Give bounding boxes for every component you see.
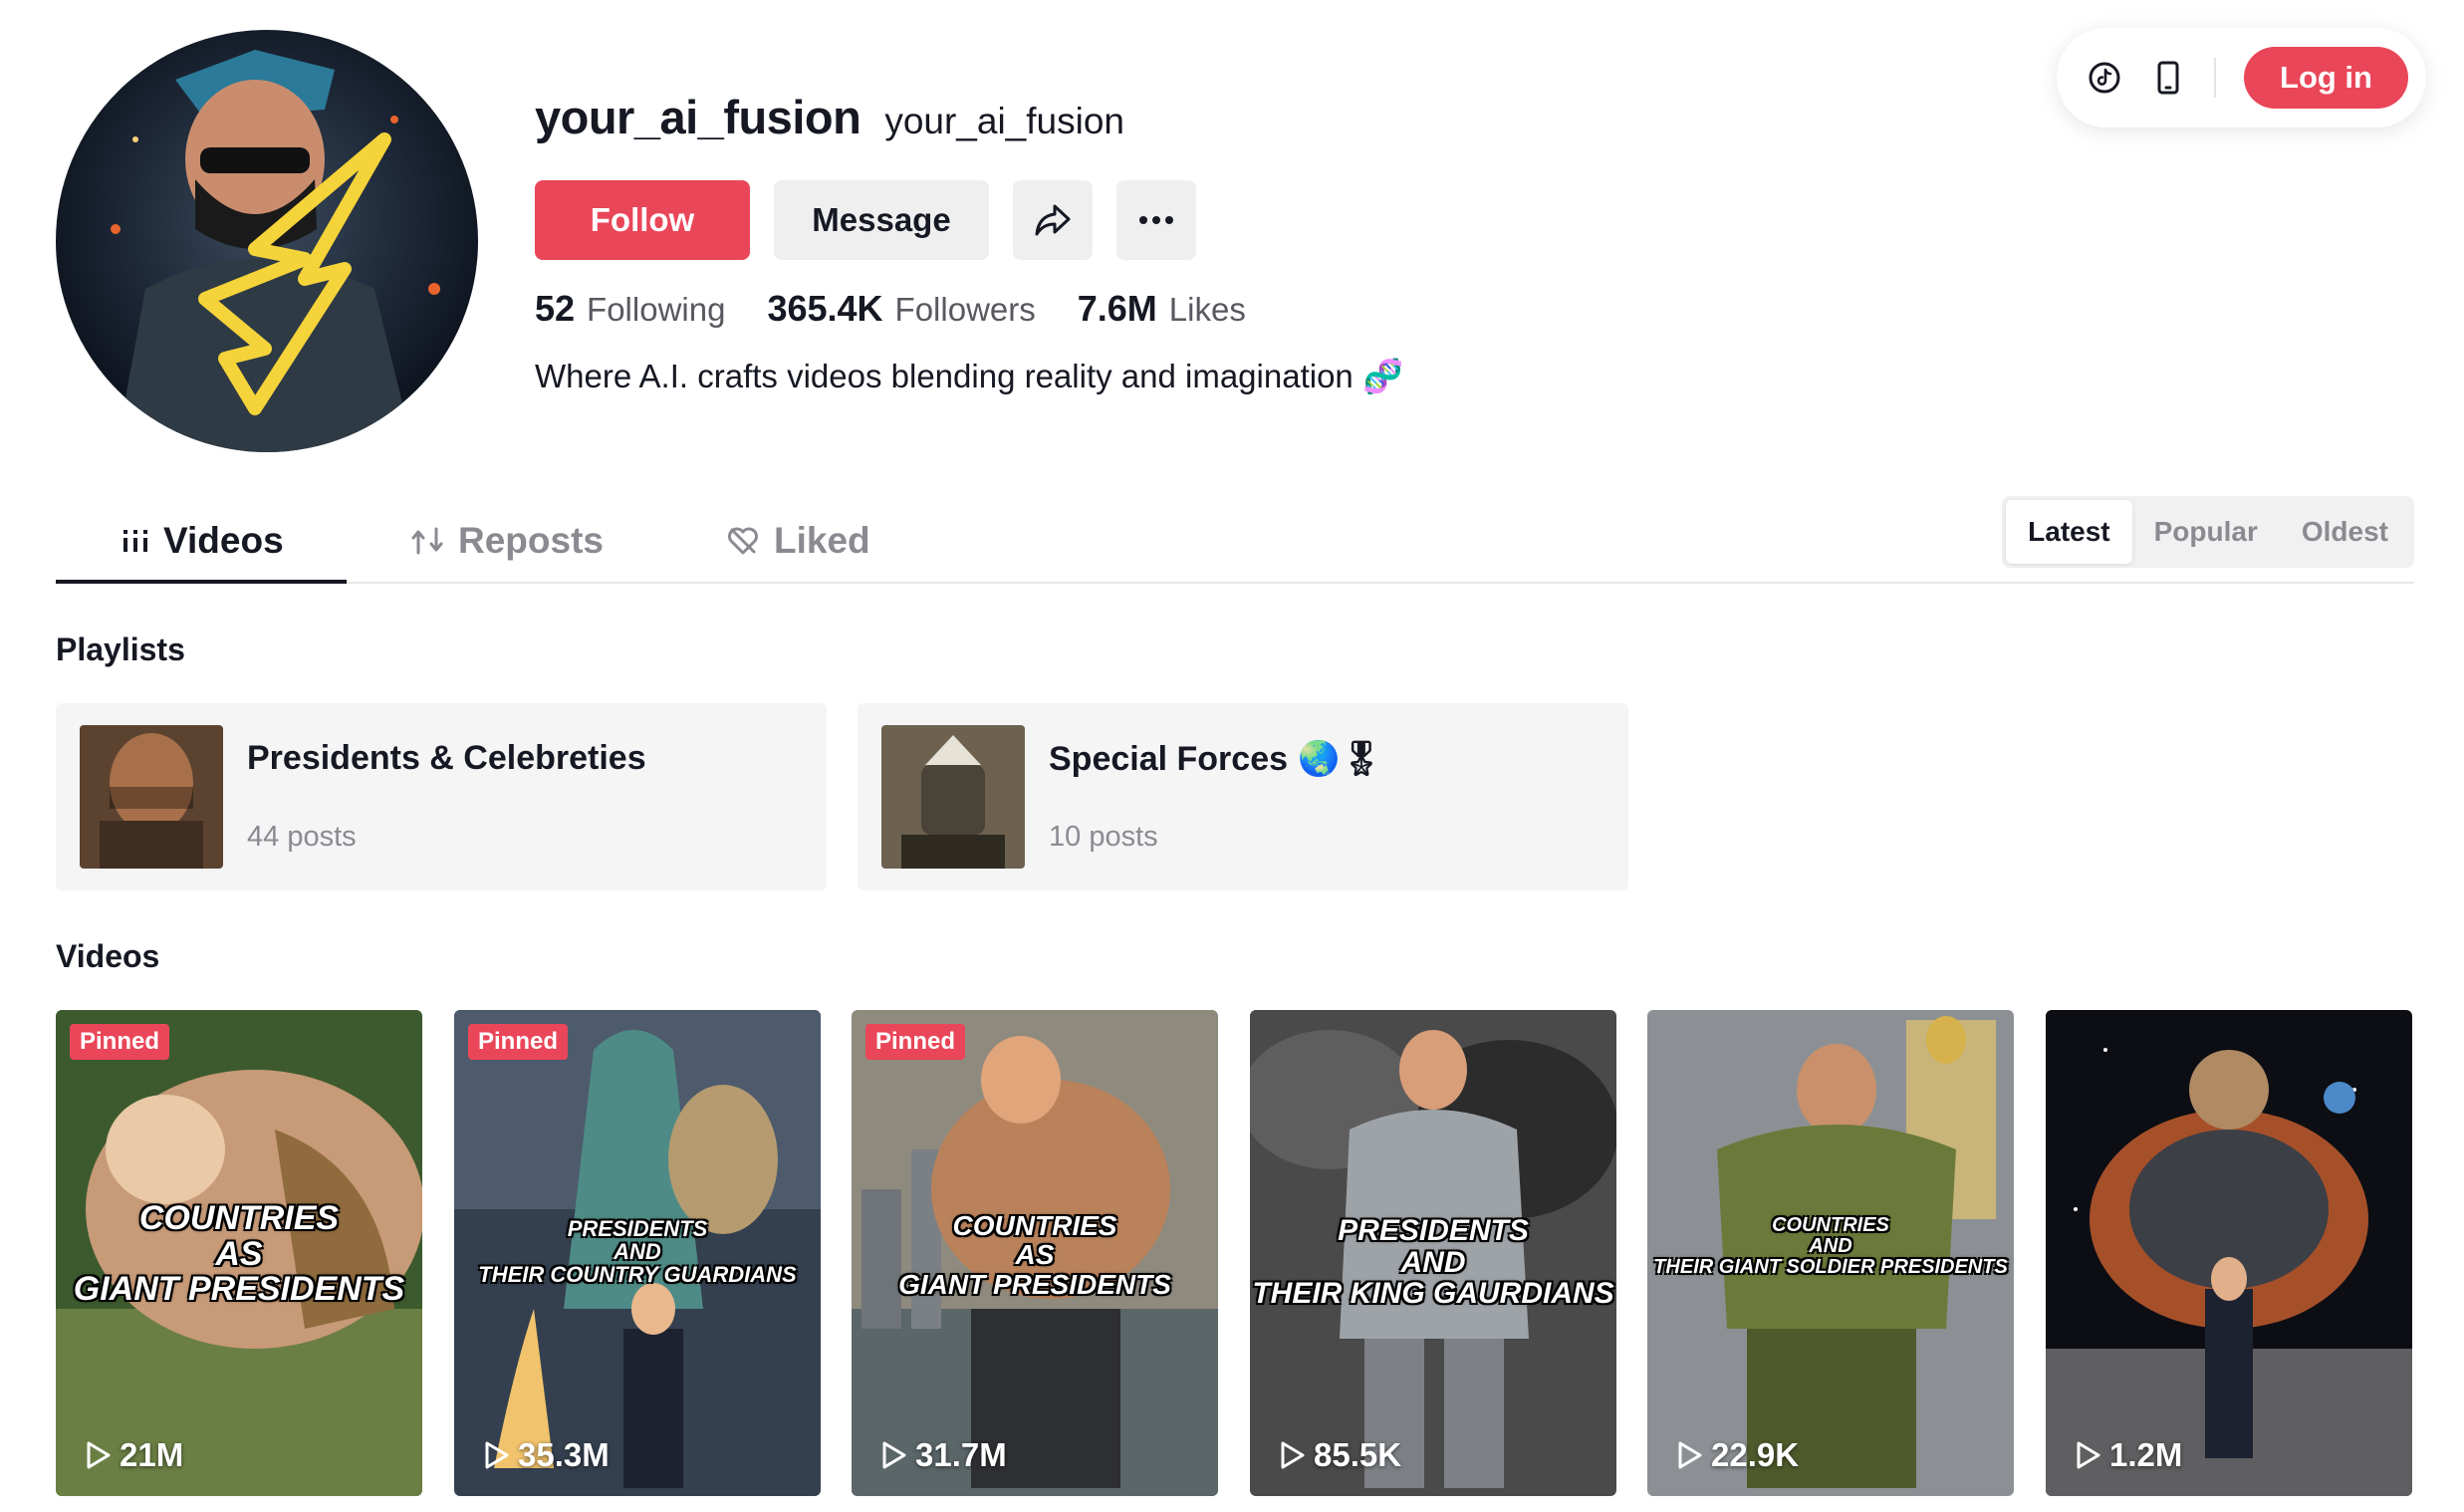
more-dots-icon — [1139, 216, 1173, 224]
sort-toggle: Latest Popular Oldest — [2002, 496, 2414, 568]
video-card[interactable]: Pinned Countries as Giant Presidents 31.7M — [852, 1010, 1218, 1496]
playlist-count: 10 posts — [1049, 821, 1158, 853]
video-title-overlay: Presidents and their country guardians — [478, 1216, 797, 1288]
pinned-badge: Pinned — [865, 1024, 966, 1060]
play-icon — [1678, 1441, 1702, 1469]
stats-row: 52 Following 365.4K Followers 7.6M Likes — [535, 288, 1403, 330]
sort-popular[interactable]: Popular — [2132, 500, 2280, 564]
top-action-bar: Log in — [2057, 28, 2426, 127]
playlist-card[interactable]: Special Forces 🌏🎖 10 posts — [858, 703, 1628, 890]
active-tab-indicator — [56, 580, 347, 584]
tiktok-logo-icon[interactable] — [2087, 60, 2122, 96]
bio: Where A.I. crafts videos blending realit… — [535, 358, 1404, 394]
view-count: 21M — [86, 1436, 183, 1474]
nickname: your_ai_fusion — [884, 101, 1124, 141]
play-icon — [87, 1441, 111, 1469]
repost-icon — [411, 527, 443, 555]
playlist-name: Presidents & Celebreties — [247, 739, 646, 777]
play-icon — [2077, 1441, 2100, 1469]
divider — [2214, 58, 2217, 98]
globe-medal-emoji: 🌏🎖 — [1298, 740, 1383, 778]
playlist-thumbnail — [80, 725, 223, 869]
share-button[interactable] — [1013, 180, 1093, 260]
video-title-overlay: Countries as Giant Presidents — [898, 1210, 1171, 1300]
share-icon — [1035, 204, 1071, 236]
video-card[interactable]: 1.2M — [2046, 1010, 2412, 1496]
view-count: 85.5K — [1280, 1436, 1401, 1474]
view-count: 31.7M — [881, 1436, 1007, 1474]
playlist-thumbnail — [881, 725, 1025, 869]
username: your_ai_fusion — [535, 91, 862, 143]
sort-oldest[interactable]: Oldest — [2280, 500, 2410, 564]
pinned-badge: Pinned — [70, 1024, 170, 1060]
view-count: 22.9K — [1677, 1436, 1799, 1474]
video-title-overlay: Countries as Giant Presidents — [73, 1199, 405, 1309]
stat-followers[interactable]: 365.4K Followers — [767, 288, 1035, 330]
video-title-overlay: Presidents and their king gaurdians — [1252, 1214, 1614, 1310]
more-options-button[interactable] — [1116, 180, 1196, 260]
heart-slash-icon — [728, 527, 758, 555]
play-icon — [485, 1441, 509, 1469]
message-button[interactable]: Message — [774, 180, 989, 260]
video-title-overlay: Countries and their giant soldier presiden… — [1653, 1214, 2008, 1278]
view-count: 1.2M — [2076, 1436, 2182, 1474]
sort-latest[interactable]: Latest — [2006, 500, 2132, 564]
avatar[interactable] — [56, 30, 478, 452]
mobile-phone-icon[interactable] — [2150, 60, 2186, 96]
video-card[interactable]: Pinned Countries as Giant Presidents 21M — [56, 1010, 422, 1496]
view-count: 35.3M — [484, 1436, 610, 1474]
playlists-heading: Playlists — [56, 631, 185, 667]
video-card[interactable]: Presidents and their king gaurdians 85.5K — [1250, 1010, 1616, 1496]
playlist-count: 44 posts — [247, 821, 357, 853]
tab-videos[interactable]: Videos — [122, 498, 284, 584]
pinned-badge: Pinned — [468, 1024, 569, 1060]
video-card[interactable]: Countries and their giant soldier presiden… — [1647, 1010, 2014, 1496]
grid-bars-icon — [123, 530, 147, 552]
follow-button[interactable]: Follow — [535, 180, 750, 260]
playlist-name: Special Forces 🌏🎖 — [1049, 739, 1383, 779]
tab-liked[interactable]: Liked — [726, 498, 870, 584]
stat-following[interactable]: 52 Following — [535, 288, 725, 330]
videos-heading: Videos — [56, 938, 160, 974]
profile-info: your_ai_fusion your_ai_fusion Follow Mes… — [535, 90, 1403, 396]
stat-likes: 7.6M Likes — [1077, 288, 1246, 329]
play-icon — [1281, 1441, 1305, 1469]
playlist-card[interactable]: Presidents & Celebreties 44 posts — [56, 703, 827, 890]
video-card[interactable]: Pinned Presidents and their country guardi… — [454, 1010, 821, 1496]
tab-reposts[interactable]: Reposts — [410, 498, 604, 584]
login-button[interactable]: Log in — [2244, 47, 2408, 109]
play-icon — [882, 1441, 906, 1469]
